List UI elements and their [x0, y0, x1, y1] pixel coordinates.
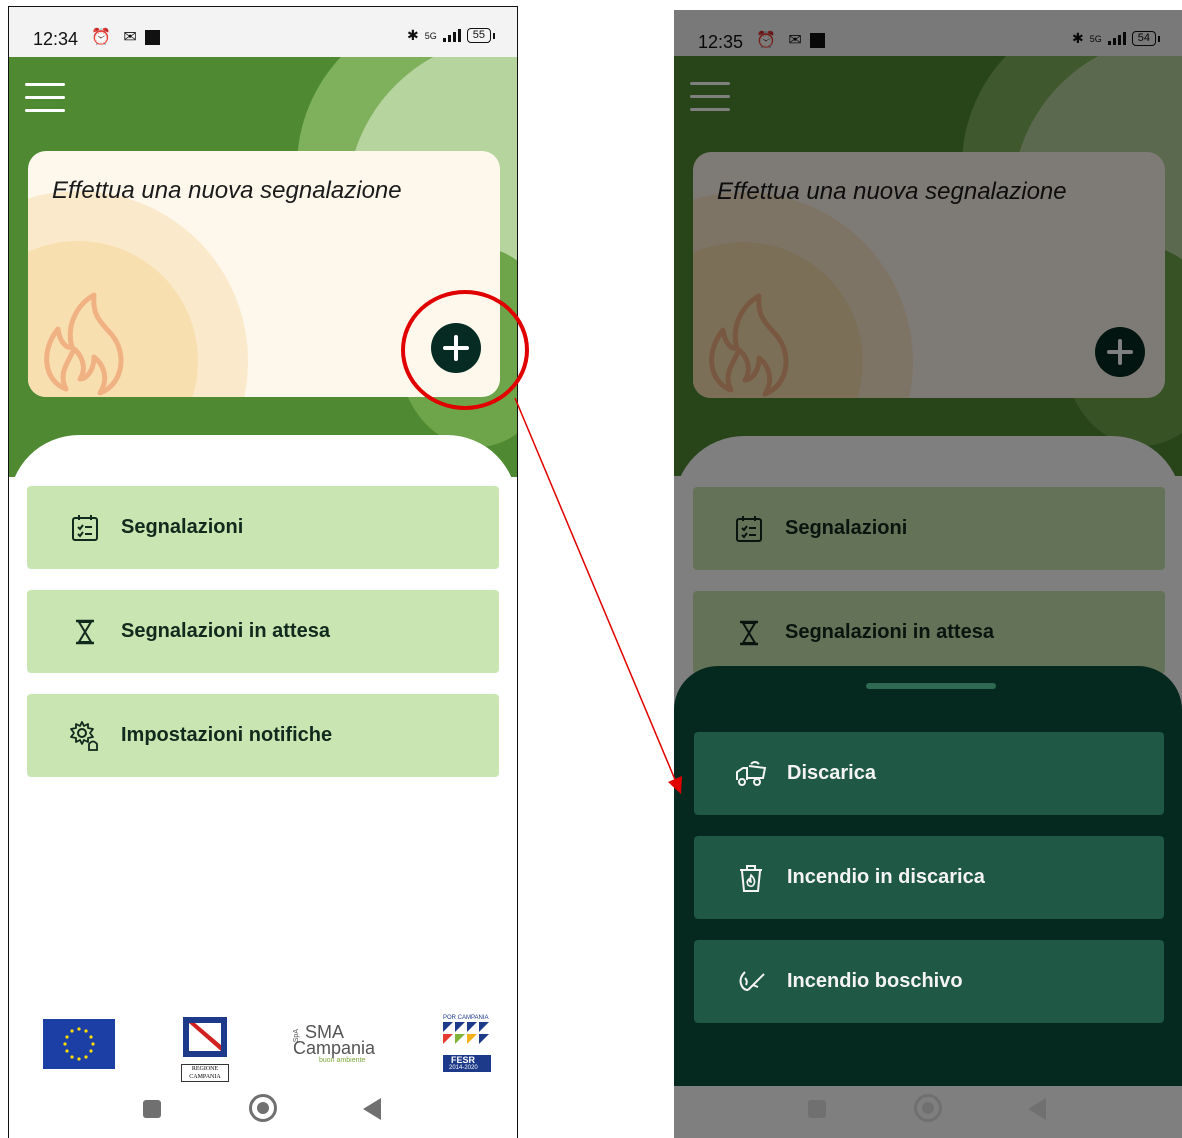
- annotation-highlight-circle: [401, 290, 529, 410]
- annotation-arrow: [514, 397, 682, 794]
